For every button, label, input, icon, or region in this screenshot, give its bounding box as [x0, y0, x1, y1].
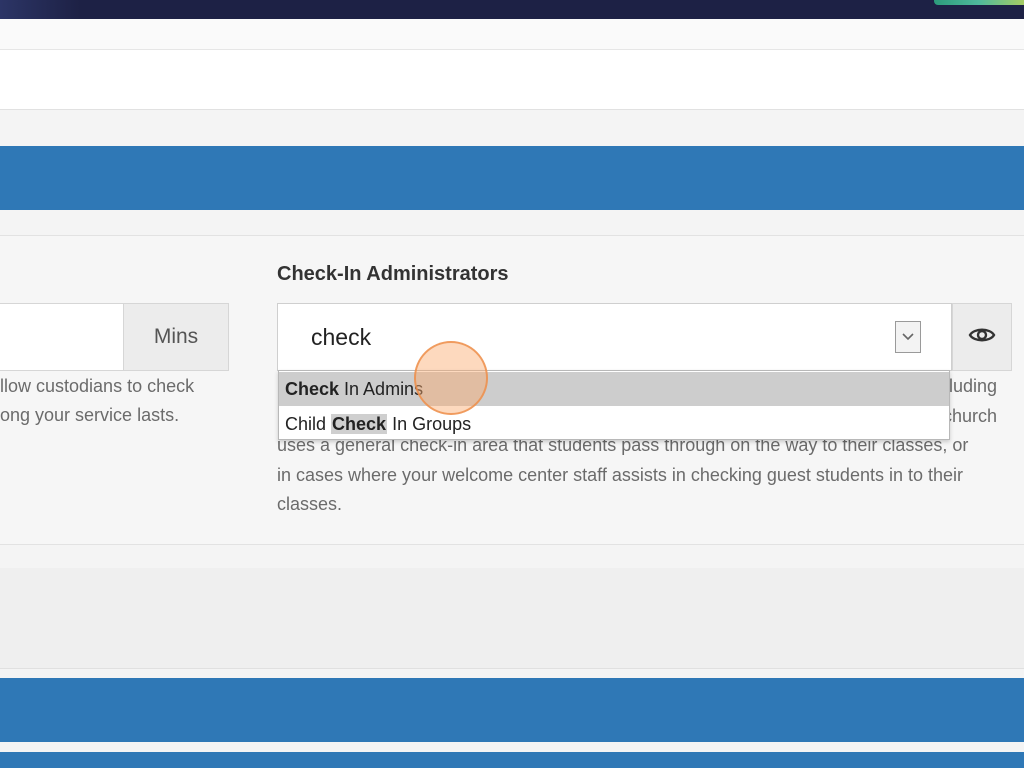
logo-shadow — [0, 0, 80, 19]
chevron-down-icon[interactable] — [895, 321, 921, 353]
help-line-5: classes. — [277, 494, 343, 514]
section-header-bar-3 — [0, 752, 1024, 768]
option-rest-text: In Admins — [339, 379, 424, 399]
duration-input[interactable] — [0, 303, 124, 371]
visibility-toggle-button[interactable] — [952, 303, 1012, 371]
option-child-check-in-groups[interactable]: Child Check In Groups — [279, 407, 949, 441]
top-accent-strip — [934, 0, 1024, 5]
header-strip — [0, 19, 1024, 50]
click-indicator — [414, 341, 488, 415]
help-line-1-end: luding — [948, 376, 997, 396]
duration-help-text: llow custodians to check ong your servic… — [0, 372, 230, 430]
help-line-4: in cases where your welcome center staff… — [277, 464, 964, 485]
help-line-2-end: church — [942, 405, 997, 426]
check-in-administrators-label: Check-In Administrators — [277, 263, 509, 285]
duration-help-line-2: ong your service lasts. — [0, 405, 180, 425]
header-panel — [0, 50, 1024, 110]
eye-icon — [968, 325, 996, 350]
option-match-text: Check — [285, 379, 340, 399]
duration-help-line-1: llow custodians to check — [0, 376, 195, 396]
spacer — [0, 110, 1024, 146]
top-navigation-bar — [0, 0, 1024, 19]
select-search-value[interactable]: check — [311, 324, 371, 351]
autocomplete-dropdown: Check In Admins Child Check In Groups — [278, 370, 950, 440]
check-in-administrators-select[interactable]: check — [277, 303, 952, 371]
option-prefix-text: Child — [285, 414, 332, 434]
section-header-bar — [0, 146, 1024, 210]
option-check-in-admins[interactable]: Check In Admins — [279, 372, 949, 406]
mins-addon: Mins — [123, 303, 229, 371]
section-header-bar-2 — [0, 678, 1024, 742]
settings-panel-2 — [0, 568, 1024, 669]
option-rest-text: In Groups — [387, 414, 472, 434]
option-match-text: Check — [331, 414, 388, 434]
